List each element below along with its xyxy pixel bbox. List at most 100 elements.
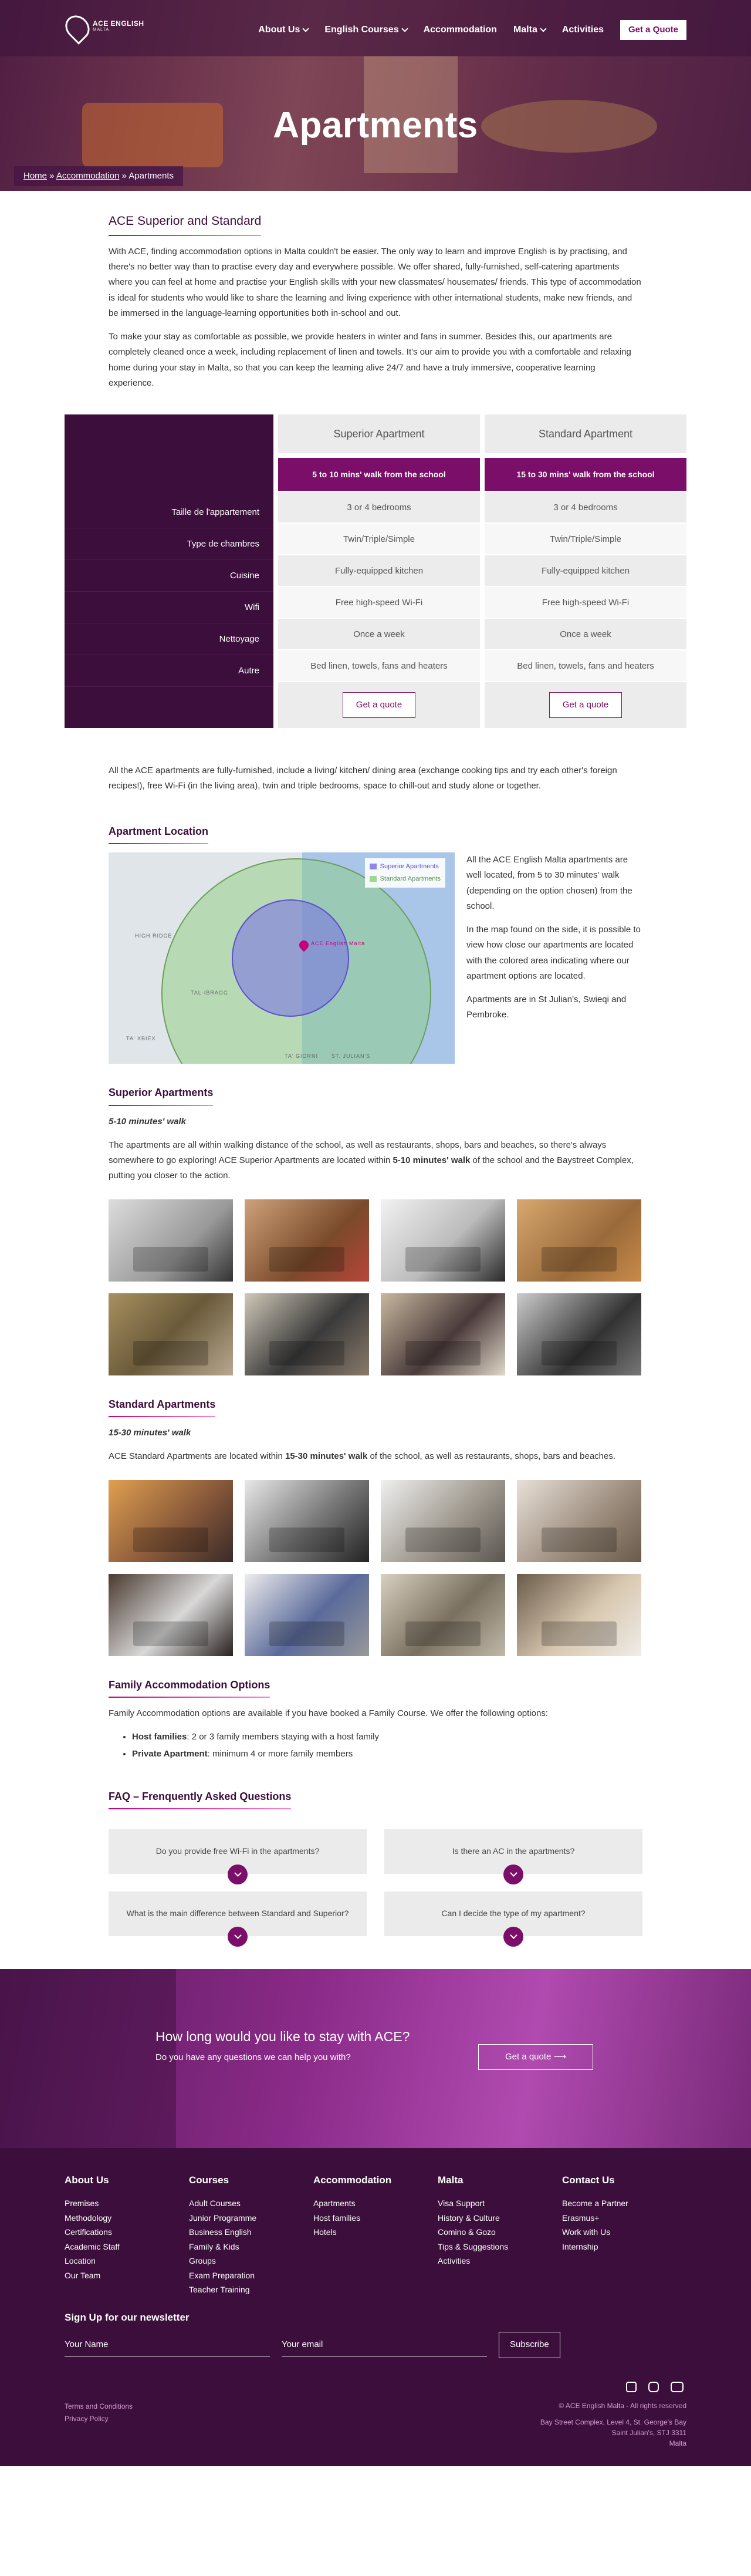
footer-link[interactable]: Internship: [562, 2240, 686, 2254]
gallery-photo[interactable]: [517, 1199, 641, 1282]
standard-cleaning: Once a week: [485, 618, 686, 649]
faq-item[interactable]: What is the main difference between Stan…: [109, 1891, 367, 1947]
breadcrumb-accommodation[interactable]: Accommodation: [56, 171, 120, 181]
gallery-photo[interactable]: [109, 1573, 233, 1656]
nav-english-courses[interactable]: English Courses: [324, 22, 408, 38]
terms-link[interactable]: Terms and Conditions: [65, 2400, 133, 2413]
footer-link[interactable]: Become a Partner: [562, 2196, 686, 2211]
gallery-photo[interactable]: [109, 1293, 233, 1375]
label-kitchen: Cuisine: [65, 560, 273, 592]
gallery-photo[interactable]: [381, 1293, 505, 1375]
newsletter-name-input[interactable]: Your Name: [65, 2334, 270, 2356]
faq-item[interactable]: Can I decide the type of my apartment?: [384, 1891, 642, 1947]
nav-about-us[interactable]: About Us: [258, 22, 310, 38]
faq-grid: Do you provide free Wi-Fi in the apartme…: [109, 1829, 642, 1947]
map-place-label: HIGH RIDGE: [135, 933, 172, 939]
gallery-photo[interactable]: [109, 1199, 233, 1282]
gallery-photo[interactable]: [517, 1479, 641, 1562]
newsletter-email-input[interactable]: Your email: [282, 2334, 487, 2356]
footer-link[interactable]: Certifications: [65, 2225, 189, 2240]
footer-link[interactable]: Methodology: [65, 2211, 189, 2226]
footer-link[interactable]: Family & Kids: [189, 2240, 313, 2254]
footer-col-accommodation: Accommodation Apartments Host families H…: [313, 2172, 438, 2297]
nav-activities[interactable]: Activities: [562, 22, 604, 38]
location-heading: Apartment Location: [109, 822, 209, 845]
nav-get-quote-button[interactable]: Get a Quote: [620, 20, 686, 41]
footer-link[interactable]: Location: [65, 2254, 189, 2268]
nav-malta[interactable]: Malta: [513, 22, 547, 38]
legend-superior-swatch: [369, 864, 377, 870]
footer-link[interactable]: Teacher Training: [189, 2282, 313, 2297]
expand-toggle[interactable]: [503, 1927, 523, 1947]
cta-get-quote-button[interactable]: Get a quote ⟶: [478, 2044, 593, 2071]
nav-accommodation[interactable]: Accommodation: [424, 22, 497, 38]
expand-toggle[interactable]: [228, 1864, 248, 1885]
superior-kitchen: Fully-equipped kitchen: [278, 554, 480, 586]
faq-heading: FAQ – Frenquently Asked Questions: [109, 1788, 292, 1810]
standard-column-title: Standard Apartment: [485, 414, 686, 453]
map-legend: Superior Apartments Standard Apartments: [364, 858, 445, 888]
gallery-photo[interactable]: [245, 1573, 369, 1656]
standard-walk-badge: 15 to 30 mins' walk from the school: [485, 458, 686, 491]
footer-link[interactable]: Our Team: [65, 2268, 189, 2283]
footer-link[interactable]: Visa Support: [438, 2196, 562, 2211]
footer-col-malta: Malta Visa Support History & Culture Com…: [438, 2172, 562, 2297]
faq-item[interactable]: Do you provide free Wi-Fi in the apartme…: [109, 1829, 367, 1885]
gallery-photo[interactable]: [381, 1573, 505, 1656]
address-line: Malta: [669, 2439, 686, 2448]
footer-columns: About Us Premises Methodology Certificat…: [65, 2172, 686, 2297]
list-item: Private Apartment: minimum 4 or more fam…: [132, 1746, 642, 1762]
site-logo[interactable]: ACE ENGLISH MALTA: [60, 11, 144, 45]
footer-link[interactable]: Premises: [65, 2196, 189, 2211]
address-line: Bay Street Complex, Level 4, St. George'…: [540, 2418, 686, 2427]
footer-link[interactable]: Erasmus+: [562, 2211, 686, 2226]
footer-link[interactable]: Groups: [189, 2254, 313, 2268]
facebook-icon[interactable]: [626, 2382, 637, 2393]
footer-link[interactable]: Exam Preparation: [189, 2268, 313, 2283]
breadcrumb-current: Apartments: [128, 171, 174, 181]
label-wifi: Wifi: [65, 592, 273, 623]
youtube-icon[interactable]: [671, 2382, 684, 2393]
subscribe-button[interactable]: Subscribe: [499, 2332, 560, 2358]
footer-link[interactable]: Activities: [438, 2254, 562, 2268]
footer-link[interactable]: Apartments: [313, 2196, 438, 2211]
gallery-photo[interactable]: [245, 1479, 369, 1562]
footer-link[interactable]: Adult Courses: [189, 2196, 313, 2211]
superior-size: 3 or 4 bedrooms: [278, 491, 480, 522]
superior-walk-badge: 5 to 10 mins' walk from the school: [278, 458, 480, 491]
standard-get-quote-button[interactable]: Get a quote: [549, 692, 623, 719]
logo-icon: [60, 11, 94, 45]
apartment-location-map[interactable]: ACE English Malta HIGH RIDGE TAL-IBRAGG …: [109, 852, 455, 1064]
gallery-photo[interactable]: [245, 1199, 369, 1282]
standard-subheading: 15-30 minutes' walk: [109, 1428, 191, 1438]
gallery-photo[interactable]: [517, 1573, 641, 1656]
map-pin-label: ACE English Malta: [311, 940, 366, 946]
intro-section: ACE Superior and Standard With ACE, find…: [109, 191, 642, 391]
faq-item[interactable]: Is there an AC in the apartments?: [384, 1829, 642, 1885]
footer-link[interactable]: Hotels: [313, 2225, 438, 2240]
footer-link[interactable]: Host families: [313, 2211, 438, 2226]
privacy-link[interactable]: Privacy Policy: [65, 2413, 133, 2425]
expand-toggle[interactable]: [503, 1864, 523, 1885]
footer-link[interactable]: Academic Staff: [65, 2240, 189, 2254]
footer-link[interactable]: Junior Programme: [189, 2211, 313, 2226]
footer-link[interactable]: Comino & Gozo: [438, 2225, 562, 2240]
gallery-photo[interactable]: [245, 1293, 369, 1375]
instagram-icon[interactable]: [648, 2382, 659, 2393]
gallery-photo[interactable]: [517, 1293, 641, 1375]
footer-link[interactable]: Work with Us: [562, 2225, 686, 2240]
gallery-photo[interactable]: [109, 1479, 233, 1562]
footer-link[interactable]: History & Culture: [438, 2211, 562, 2226]
superior-get-quote-button[interactable]: Get a quote: [342, 692, 416, 719]
expand-toggle[interactable]: [228, 1927, 248, 1947]
breadcrumb-home[interactable]: Home: [23, 171, 47, 181]
gallery-photo[interactable]: [381, 1199, 505, 1282]
footer-link[interactable]: Tips & Suggestions: [438, 2240, 562, 2254]
footer-link[interactable]: Business English: [189, 2225, 313, 2240]
label-other: Autre: [65, 655, 273, 687]
cta-banner: How long would you like to stay with ACE…: [0, 1969, 751, 2149]
gallery-photo[interactable]: [381, 1479, 505, 1562]
main-menu: About Us English Courses Accommodation M…: [258, 20, 686, 41]
location-text: All the ACE English Malta apartments are…: [466, 855, 641, 1020]
standard-column: Standard Apartment 15 to 30 mins' walk f…: [485, 414, 686, 728]
